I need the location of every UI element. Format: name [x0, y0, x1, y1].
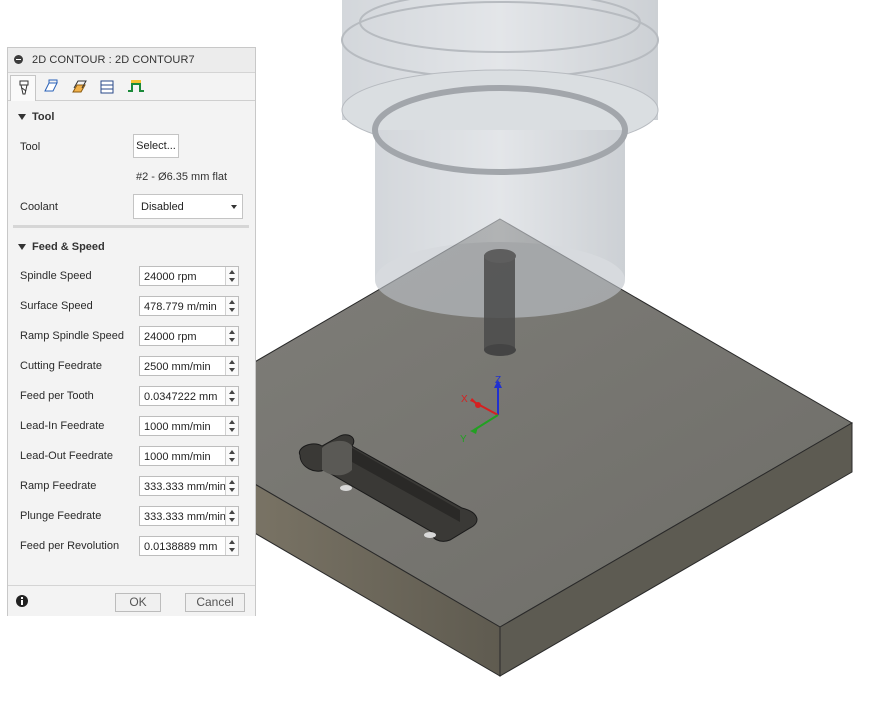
plunge-feedrate-label: Plunge Feedrate: [20, 510, 102, 522]
collapse-icon[interactable]: [14, 55, 23, 64]
tool-section-header[interactable]: Tool: [8, 106, 255, 128]
select-tool-button[interactable]: Select...: [133, 134, 179, 158]
feed-per-revolution-input[interactable]: 0.0138889 mm: [139, 536, 239, 556]
lead-out-feedrate-input[interactable]: 1000 mm/min: [139, 446, 239, 466]
tab-tool[interactable]: [10, 75, 36, 101]
tab-geometry[interactable]: [38, 75, 64, 99]
spindle-speed-value: 24000 rpm: [144, 271, 197, 283]
spin-up-icon[interactable]: [229, 330, 235, 334]
spin-down-icon[interactable]: [229, 548, 235, 552]
spinner[interactable]: [225, 357, 238, 375]
chevron-down-icon: [231, 205, 237, 209]
spindle-speed-input[interactable]: 24000 rpm: [139, 266, 239, 286]
spin-down-icon[interactable]: [229, 428, 235, 432]
axis-label-x: X: [461, 394, 468, 405]
feed-per-revolution-value: 0.0138889 mm: [144, 541, 218, 553]
contour-dialog: 2D CONTOUR : 2D CONTOUR7 Tool Tool Selec…: [7, 47, 256, 616]
tool-label: Tool: [20, 141, 41, 153]
ramp-feedrate-input[interactable]: 333.333 mm/min: [139, 476, 239, 496]
spindle-speed-label: Spindle Speed: [20, 270, 92, 282]
tool-description: #2 - Ø6.35 mm flat: [136, 171, 228, 183]
plunge-feedrate-value: 333.333 mm/min: [144, 511, 226, 523]
feed-per-tooth-label: Feed per Tooth: [20, 390, 94, 402]
spinner[interactable]: [225, 417, 238, 435]
lead-in-feedrate-value: 1000 mm/min: [144, 421, 211, 433]
feed-section-header[interactable]: Feed & Speed: [8, 236, 255, 258]
spin-down-icon[interactable]: [229, 278, 235, 282]
dialog-footer: OK Cancel: [8, 585, 255, 616]
spin-down-icon[interactable]: [229, 368, 235, 372]
coolant-dropdown[interactable]: Disabled: [133, 194, 243, 219]
ramp-spindle-speed-label: Ramp Spindle Speed: [20, 330, 124, 342]
spinner[interactable]: [225, 297, 238, 315]
lead-out-feedrate-label: Lead-Out Feedrate: [20, 450, 113, 462]
spin-up-icon[interactable]: [229, 450, 235, 454]
cancel-button[interactable]: Cancel: [185, 593, 245, 612]
dialog-titlebar: 2D CONTOUR : 2D CONTOUR7: [8, 48, 255, 73]
end-mill: [484, 249, 516, 356]
spin-up-icon[interactable]: [229, 420, 235, 424]
dialog-tabs: [8, 73, 255, 101]
spin-up-icon[interactable]: [229, 480, 235, 484]
tab-heights[interactable]: [66, 75, 92, 99]
dialog-title: 2D CONTOUR : 2D CONTOUR7: [32, 54, 195, 66]
spinner[interactable]: [225, 387, 238, 405]
tool-section-title: Tool: [32, 111, 55, 123]
coolant-value: Disabled: [141, 201, 184, 213]
ramp-feedrate-value: 333.333 mm/min: [144, 481, 226, 493]
heights-icon: [72, 80, 87, 93]
spin-up-icon[interactable]: [229, 270, 235, 274]
cutting-feedrate-input[interactable]: 2500 mm/min: [139, 356, 239, 376]
linking-icon: [128, 80, 144, 92]
spin-down-icon[interactable]: [229, 518, 235, 522]
geometry-icon: [44, 79, 58, 92]
lead-in-feedrate-label: Lead-In Feedrate: [20, 420, 105, 432]
lead-in-feedrate-input[interactable]: 1000 mm/min: [139, 416, 239, 436]
ramp-spindle-speed-input[interactable]: 24000 rpm: [139, 326, 239, 346]
tool-icon: [19, 80, 29, 95]
axis-label-z: Z: [495, 375, 501, 386]
cutting-feedrate-value: 2500 mm/min: [144, 361, 211, 373]
spin-down-icon[interactable]: [229, 458, 235, 462]
spinner[interactable]: [225, 327, 238, 345]
surface-speed-value: 478.779 m/min: [144, 301, 217, 313]
ramp-feedrate-label: Ramp Feedrate: [20, 480, 97, 492]
surface-speed-label: Surface Speed: [20, 300, 93, 312]
feed-section-title: Feed & Speed: [32, 241, 105, 253]
info-icon[interactable]: [16, 595, 28, 607]
spinner[interactable]: [225, 507, 238, 525]
feed-per-tooth-value: 0.0347222 mm: [144, 391, 218, 403]
spin-up-icon[interactable]: [229, 360, 235, 364]
spin-down-icon[interactable]: [229, 398, 235, 402]
feed-per-tooth-input[interactable]: 0.0347222 mm: [139, 386, 239, 406]
spinner[interactable]: [225, 477, 238, 495]
collapse-triangle-icon: [18, 244, 26, 250]
lead-out-feedrate-value: 1000 mm/min: [144, 451, 211, 463]
tab-passes[interactable]: [94, 75, 120, 99]
feed-per-revolution-label: Feed per Revolution: [20, 540, 120, 552]
spin-up-icon[interactable]: [229, 540, 235, 544]
plunge-feedrate-input[interactable]: 333.333 mm/min: [139, 506, 239, 526]
section-divider: [13, 225, 249, 228]
spin-down-icon[interactable]: [229, 308, 235, 312]
collapse-triangle-icon: [18, 114, 26, 120]
spin-down-icon[interactable]: [229, 338, 235, 342]
axis-label-y: Y: [460, 434, 467, 445]
spin-down-icon[interactable]: [229, 488, 235, 492]
spin-up-icon[interactable]: [229, 510, 235, 514]
cutting-feedrate-label: Cutting Feedrate: [20, 360, 102, 372]
ramp-spindle-speed-value: 24000 rpm: [144, 331, 197, 343]
ok-button[interactable]: OK: [115, 593, 161, 612]
spin-up-icon[interactable]: [229, 390, 235, 394]
spinner[interactable]: [225, 447, 238, 465]
spinner[interactable]: [225, 537, 238, 555]
spinner[interactable]: [225, 267, 238, 285]
tab-linking[interactable]: [122, 75, 148, 99]
coolant-label: Coolant: [20, 201, 58, 213]
surface-speed-input[interactable]: 478.779 m/min: [139, 296, 239, 316]
passes-icon: [100, 80, 114, 94]
spin-up-icon[interactable]: [229, 300, 235, 304]
